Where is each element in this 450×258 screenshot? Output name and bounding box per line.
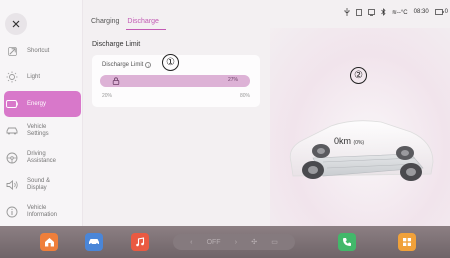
sidebar-item-label: Energy — [27, 100, 47, 107]
sidebar-item-label: Vehicle Information — [27, 205, 58, 218]
bluetooth-icon — [381, 8, 386, 16]
light-icon — [6, 71, 18, 83]
steering-icon — [6, 152, 18, 164]
sidebar-item-energy[interactable]: Energy — [4, 91, 81, 117]
music-button[interactable] — [131, 233, 149, 251]
climate-status: OFF — [206, 238, 221, 246]
discharge-limit-slider[interactable]: 27% — [100, 75, 250, 87]
battery-status-icon — [434, 9, 444, 15]
apps-icon — [403, 238, 411, 246]
tab-charging[interactable]: Charging — [91, 18, 119, 25]
temp-down-button[interactable]: ‹ — [190, 239, 192, 246]
wheel — [400, 163, 422, 181]
battery-status: 0 — [434, 9, 448, 15]
climate-control[interactable]: ‹ OFF › ✣ ▭ — [173, 234, 295, 250]
fan-icon[interactable]: ✣ — [251, 238, 257, 246]
close-icon — [12, 20, 20, 28]
home-button[interactable] — [40, 233, 58, 251]
remaining-range: 0km (0%) — [334, 136, 364, 146]
battery-icon — [6, 98, 18, 110]
sidebar-item-driving-assistance[interactable]: Driving Assistance — [4, 145, 81, 171]
discharge-limit-title: Discharge Limit — [92, 41, 141, 48]
sidebar-item-light[interactable]: Light — [4, 64, 81, 90]
slider-min-label: 20% — [102, 93, 113, 99]
sidebar-item-vehicle-information[interactable]: Vehicle Information — [4, 199, 81, 225]
sidebar-item-label: Light — [27, 73, 41, 80]
wheel — [302, 161, 324, 179]
car-icon — [89, 239, 99, 246]
screen-icon — [368, 8, 375, 16]
sidebar-item-label: Vehicle Settings — [27, 124, 49, 137]
discharge-limit-label: Discharge Limit i — [102, 62, 152, 68]
sidebar-item-label: Shortcut — [27, 47, 50, 54]
lock-icon — [112, 77, 120, 85]
temp-up-button[interactable]: › — [235, 239, 237, 246]
status-bar: ≋--°C 08:30 0 — [344, 8, 448, 16]
music-icon — [136, 237, 145, 247]
phone-button[interactable] — [338, 233, 356, 251]
shortcut-icon — [6, 45, 18, 57]
energy-settings-screen: Shortcut Light Energy Vehicle Settings D — [0, 0, 450, 258]
clock: 08:30 — [413, 9, 429, 15]
info-icon — [6, 206, 18, 218]
wheel — [396, 146, 414, 160]
slider-max-label: 80% — [239, 93, 250, 99]
active-tab-indicator — [126, 29, 166, 30]
car-icon — [6, 125, 18, 137]
energy-tabs: Charging Discharge — [91, 18, 159, 25]
sidebar-item-label: Driving Assistance — [27, 151, 57, 164]
info-icon[interactable]: i — [145, 62, 152, 68]
home-icon — [44, 238, 54, 247]
sidebar-item-vehicle-settings[interactable]: Vehicle Settings — [4, 118, 81, 144]
slider-value: 27% — [227, 77, 238, 83]
vehicle-illustration — [289, 120, 434, 181]
sidebar-item-sound-display[interactable]: Sound & Display — [4, 172, 81, 198]
sidebar-item-shortcut[interactable]: Shortcut — [4, 38, 81, 64]
bottom-dock: ‹ OFF › ✣ ▭ — [0, 226, 450, 258]
callout-1: ① — [162, 54, 179, 71]
speaker-icon — [6, 179, 18, 191]
usb-icon — [344, 8, 350, 16]
range-value: 0km — [334, 136, 352, 146]
vehicle-button[interactable] — [85, 233, 103, 251]
close-button[interactable] — [5, 13, 27, 35]
card-icon — [356, 8, 362, 16]
sidebar-item-label: Sound & Display — [27, 178, 51, 191]
range-percent: (0%) — [353, 140, 365, 146]
phone-icon — [343, 238, 351, 246]
seat-heat-icon[interactable]: ▭ — [271, 238, 278, 246]
tab-discharge[interactable]: Discharge — [127, 18, 159, 25]
wheel — [312, 144, 330, 158]
apps-button[interactable] — [398, 233, 416, 251]
settings-sidebar: Shortcut Light Energy Vehicle Settings D — [0, 0, 83, 226]
outside-temperature: ≋--°C — [391, 9, 408, 16]
callout-2: ② — [350, 67, 367, 84]
